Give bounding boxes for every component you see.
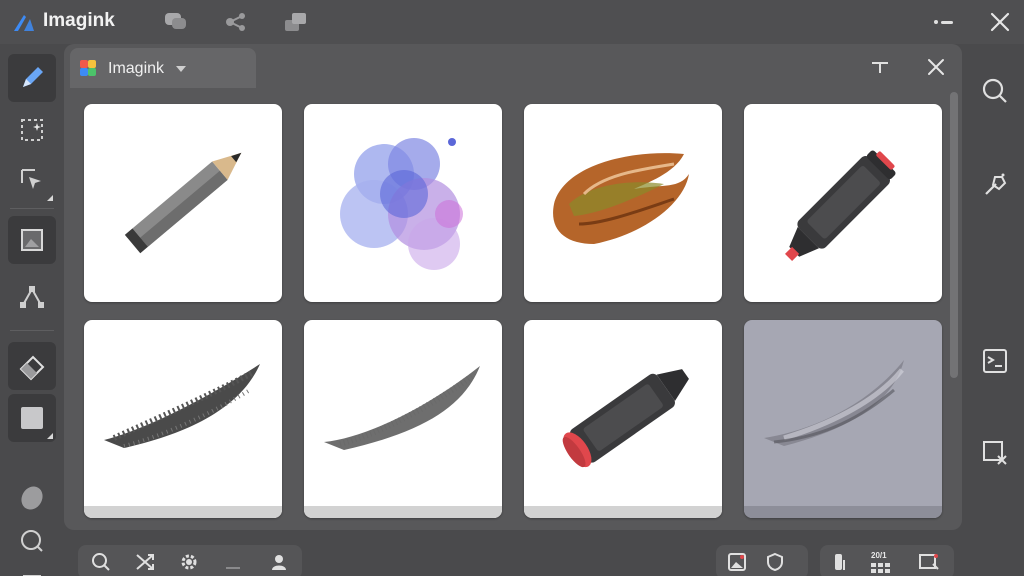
brush-grid [82, 104, 942, 518]
node-graph-icon[interactable] [222, 9, 250, 35]
card-footer [744, 506, 942, 518]
chat-bubbles-icon[interactable] [162, 9, 190, 35]
oil-paint-brush-icon [553, 153, 689, 244]
toolbar-divider [10, 208, 54, 209]
text-tool-icon[interactable] [866, 54, 894, 80]
touch-icon[interactable] [828, 549, 854, 575]
left-toolbar [0, 44, 62, 576]
card-footer [524, 506, 722, 518]
soft-charcoal-brush-icon [324, 366, 480, 450]
app-title: Imagink [43, 10, 115, 31]
blob-brush-icon[interactable] [8, 474, 56, 522]
frame-tool-icon[interactable] [8, 216, 56, 264]
vector-node-icon[interactable] [8, 272, 56, 320]
search-icon[interactable] [980, 76, 1010, 106]
title-bar: Imagink [0, 0, 1024, 44]
card-footer [304, 506, 502, 518]
user-icon[interactable] [266, 549, 292, 575]
tab-title: Imagink [108, 60, 165, 77]
menu-icon[interactable] [8, 554, 56, 576]
brush-card-marker-2[interactable] [524, 320, 722, 518]
layers-icon[interactable] [282, 9, 310, 35]
app-logo-icon [12, 11, 36, 33]
flat-icon[interactable] [220, 549, 246, 575]
brush-card-soft-charcoal[interactable] [304, 320, 502, 518]
shield-icon[interactable] [762, 549, 788, 575]
toolbar-divider [10, 330, 54, 331]
shuffle-icon[interactable] [132, 549, 158, 575]
bottom-toolbar-right: 20/1 [820, 545, 954, 576]
grid-count-icon[interactable]: 20/1 [868, 549, 894, 575]
brush-card-watercolor[interactable] [304, 104, 502, 302]
marker-brush-icon [562, 369, 689, 468]
color-swatch-icon[interactable] [8, 394, 56, 442]
chevron-down-icon[interactable] [176, 66, 186, 72]
pencil-brush-icon [124, 152, 242, 254]
search-icon[interactable] [88, 549, 114, 575]
bottom-toolbar-middle [716, 545, 808, 576]
brush-library-panel: Imagink [64, 44, 962, 530]
eraser-icon[interactable] [8, 342, 56, 390]
right-sidebar [964, 44, 1024, 576]
image-icon[interactable] [724, 549, 750, 575]
close-icon[interactable] [986, 8, 1014, 36]
crop-remove-icon[interactable] [980, 438, 1010, 468]
marker-brush-icon [785, 150, 896, 261]
scrollbar[interactable] [950, 92, 958, 378]
brush-card-pencil[interactable] [84, 104, 282, 302]
pencil-tool-icon[interactable] [8, 54, 56, 102]
adjust-icon[interactable] [980, 346, 1010, 376]
gear-icon[interactable] [176, 549, 202, 575]
more-icon[interactable] [930, 8, 958, 36]
brush-card-marker[interactable] [744, 104, 942, 302]
bottom-toolbar-left [78, 545, 302, 576]
magic-brush-icon[interactable] [980, 170, 1010, 200]
close-frame-icon[interactable] [916, 549, 942, 575]
selection-sparkle-icon[interactable] [8, 106, 56, 154]
brush-card-charcoal[interactable] [84, 320, 282, 518]
close-icon[interactable] [922, 54, 950, 80]
card-footer [84, 506, 282, 518]
airbrush-brush-icon [764, 360, 904, 446]
transform-icon[interactable] [8, 156, 56, 204]
brush-card-airbrush[interactable] [744, 320, 942, 518]
app-logo-icon [80, 60, 96, 76]
brush-card-oil[interactable] [524, 104, 722, 302]
charcoal-brush-icon [104, 364, 260, 448]
count-label: 20/1 [871, 551, 887, 560]
watercolor-brush-icon [340, 138, 463, 270]
panel-tab[interactable]: Imagink [70, 48, 256, 88]
